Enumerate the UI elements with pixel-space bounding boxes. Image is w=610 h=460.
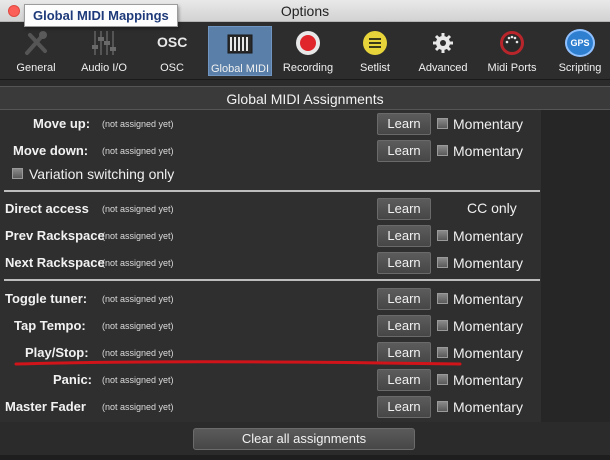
cc-only-label: CC only: [467, 200, 517, 216]
master-fader-learn-button[interactable]: Learn: [377, 396, 431, 418]
direct-access-learn-button[interactable]: Learn: [377, 198, 431, 220]
tab-scripting[interactable]: GPS Scripting: [552, 26, 608, 76]
tools-icon: [25, 31, 47, 55]
play-stop-momentary-checkbox[interactable]: [437, 347, 448, 358]
panic-learn-button[interactable]: Learn: [377, 369, 431, 391]
prev-rackspace-momentary-checkbox[interactable]: [437, 230, 448, 241]
tab-general[interactable]: General: [8, 26, 64, 76]
gps-script-icon: GPS: [565, 29, 595, 57]
move-up-status: (not assigned yet): [102, 119, 174, 129]
variation-switching-checkbox[interactable]: [12, 168, 23, 179]
prev-rackspace-label: Prev Rackspace: [5, 228, 105, 243]
tab-recording[interactable]: Recording: [280, 26, 336, 76]
master-fader-momentary-label: Momentary: [453, 399, 524, 415]
tap-tempo-label: Tap Tempo:: [14, 318, 86, 333]
section-header: Global MIDI Assignments: [0, 86, 610, 110]
next-rackspace-status: (not assigned yet): [102, 258, 174, 268]
move-down-momentary-label: Momentary: [453, 143, 524, 159]
move-up-momentary-checkbox[interactable]: [437, 118, 448, 129]
midi-port-icon: [500, 31, 524, 55]
tab-audio-io[interactable]: Audio I/O: [74, 26, 134, 76]
toggle-tuner-learn-button[interactable]: Learn: [377, 288, 431, 310]
record-icon: [296, 31, 320, 55]
panic-momentary-checkbox[interactable]: [437, 374, 448, 385]
gear-icon: [433, 33, 453, 53]
move-down-learn-button[interactable]: Learn: [377, 140, 431, 162]
preferences-toolbar: General Audio I/O OSC OSC Global MIDI Re…: [0, 22, 610, 80]
next-rackspace-momentary-label: Momentary: [453, 255, 524, 271]
direct-access-status: (not assigned yet): [102, 204, 174, 214]
move-up-learn-button[interactable]: Learn: [377, 113, 431, 135]
mixer-faders-icon: [92, 31, 116, 55]
tab-setlist[interactable]: Setlist: [350, 26, 400, 76]
prev-rackspace-learn-button[interactable]: Learn: [377, 225, 431, 247]
prev-rackspace-status: (not assigned yet): [102, 231, 174, 241]
section-title: Global MIDI Assignments: [226, 91, 384, 107]
panic-momentary-label: Momentary: [453, 372, 524, 388]
tab-midi-ports[interactable]: Midi Ports: [482, 26, 542, 76]
tap-tempo-momentary-label: Momentary: [453, 318, 524, 334]
tab-global-midi[interactable]: Global MIDI: [208, 26, 272, 76]
setlist-icon: [363, 31, 387, 55]
tab-advanced[interactable]: Advanced: [414, 26, 472, 76]
next-rackspace-label: Next Rackspace: [5, 255, 105, 270]
panic-label: Panic:: [53, 372, 93, 387]
group-separator: [4, 190, 540, 192]
toggle-tuner-label: Toggle tuner:: [5, 291, 88, 306]
group-separator: [4, 279, 540, 281]
window-bottom-edge: [0, 455, 610, 460]
play-stop-momentary-label: Momentary: [453, 345, 524, 361]
panic-status: (not assigned yet): [102, 375, 174, 385]
variation-switching-label: Variation switching only: [29, 166, 175, 182]
prev-rackspace-momentary-label: Momentary: [453, 228, 524, 244]
move-up-momentary-label: Momentary: [453, 116, 524, 132]
play-stop-label: Play/Stop:: [25, 345, 89, 360]
osc-icon: OSC: [157, 34, 188, 50]
master-fader-status: (not assigned yet): [102, 402, 174, 412]
side-area: [541, 110, 610, 422]
direct-access-label: Direct access: [5, 201, 89, 216]
tap-tempo-status: (not assigned yet): [102, 321, 174, 331]
toggle-tuner-momentary-checkbox[interactable]: [437, 293, 448, 304]
toggle-tuner-momentary-label: Momentary: [453, 291, 524, 307]
move-down-label: Move down:: [13, 143, 89, 158]
move-up-label: Move up:: [33, 116, 91, 131]
piano-keyboard-icon: [227, 34, 253, 54]
next-rackspace-learn-button[interactable]: Learn: [377, 252, 431, 274]
play-stop-learn-button[interactable]: Learn: [377, 342, 431, 364]
clear-all-assignments-button[interactable]: Clear all assignments: [193, 428, 415, 450]
tap-tempo-momentary-checkbox[interactable]: [437, 320, 448, 331]
tab-osc[interactable]: OSC OSC: [148, 26, 196, 76]
move-down-momentary-checkbox[interactable]: [437, 145, 448, 156]
tap-tempo-learn-button[interactable]: Learn: [377, 315, 431, 337]
next-rackspace-momentary-checkbox[interactable]: [437, 257, 448, 268]
play-stop-status: (not assigned yet): [102, 348, 174, 358]
master-fader-label: Master Fader: [5, 399, 86, 414]
move-down-status: (not assigned yet): [102, 146, 174, 156]
toggle-tuner-status: (not assigned yet): [102, 294, 174, 304]
master-fader-momentary-checkbox[interactable]: [437, 401, 448, 412]
tooltip: Global MIDI Mappings: [24, 4, 178, 27]
